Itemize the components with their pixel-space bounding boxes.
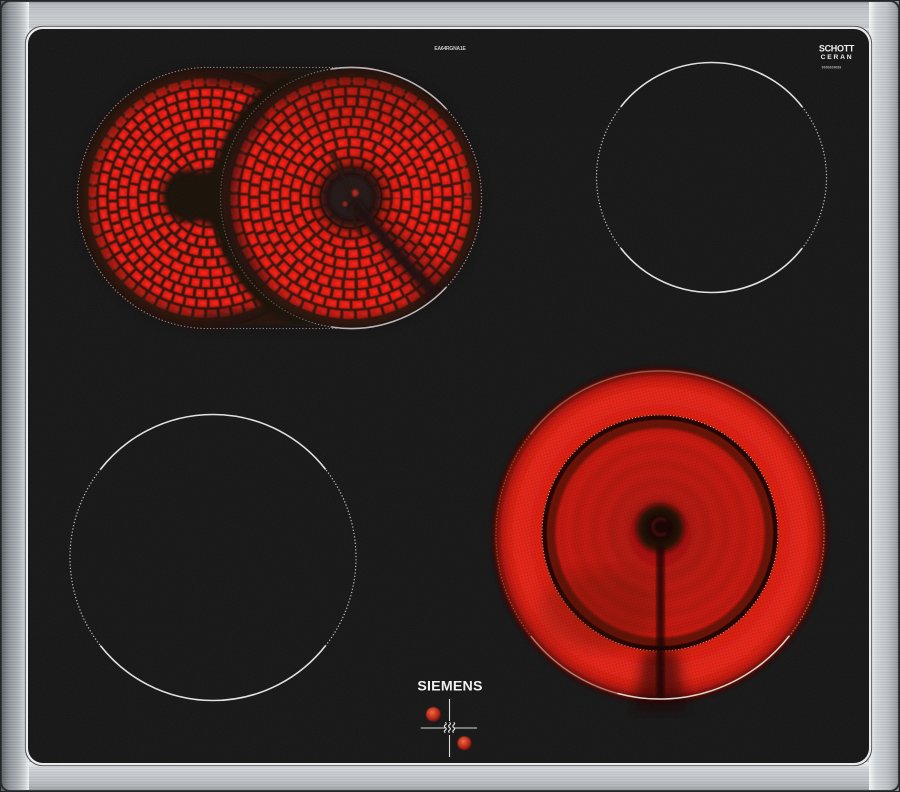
svg-text:EA64RGNA1E: EA64RGNA1E — [434, 46, 466, 52]
svg-text:CERAN: CERAN — [821, 54, 854, 61]
svg-text:SIEMENS: SIEMENS — [417, 678, 482, 694]
svg-text:9000609088: 9000609088 — [822, 66, 842, 70]
svg-text:SCHOTT: SCHOTT — [819, 44, 855, 54]
